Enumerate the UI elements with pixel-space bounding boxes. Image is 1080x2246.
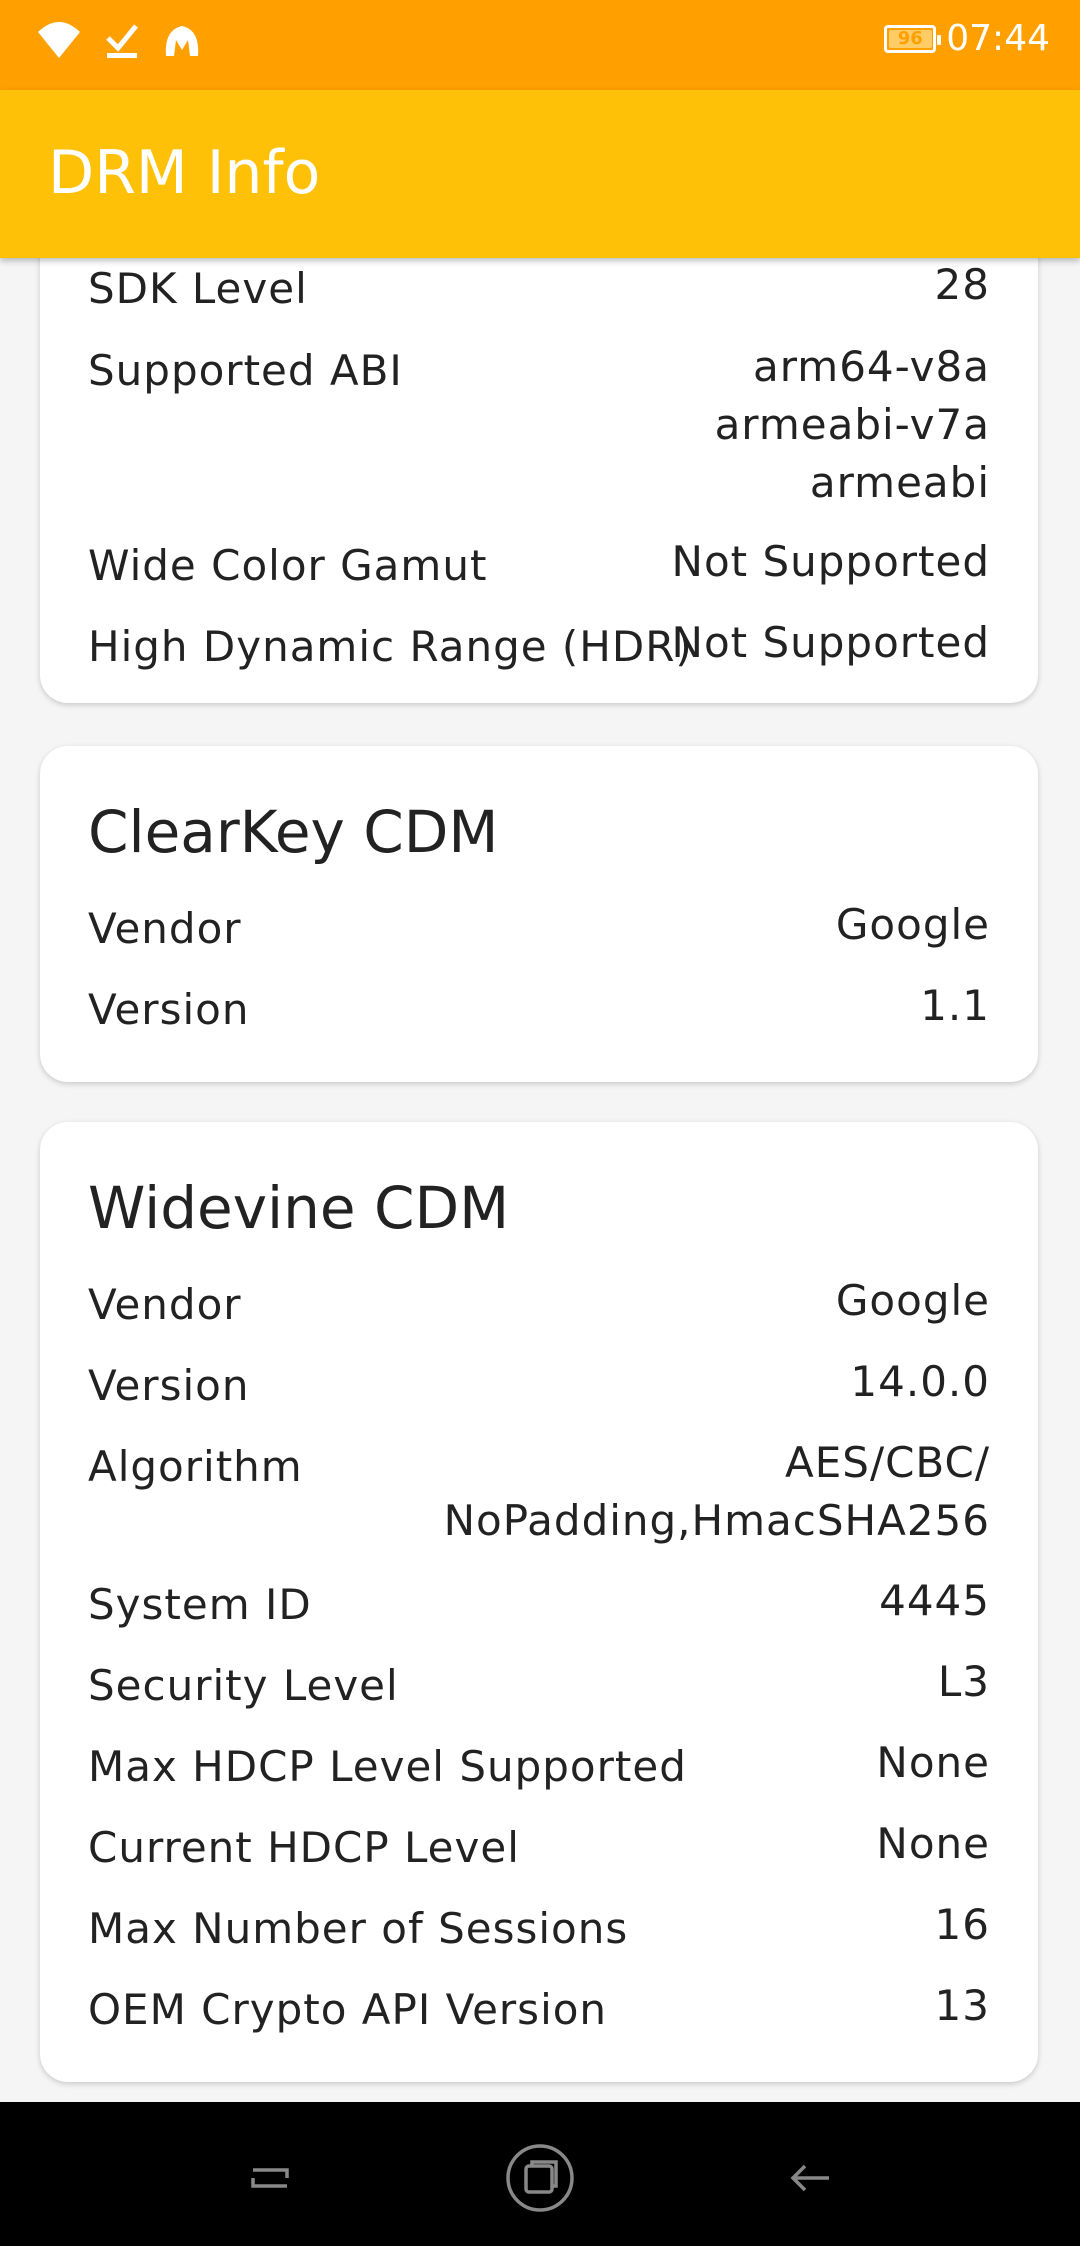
row-value: 16 <box>934 1900 990 1949</box>
row-label: Wide Color Gamut <box>88 541 488 590</box>
row-label: Supported ABI <box>88 346 403 395</box>
row-value: L3 <box>937 1657 990 1706</box>
abi-item: armeabi-v7a <box>714 400 990 449</box>
row-value: AES/CBC/ NoPadding,HmacSHA256 <box>444 1434 990 1550</box>
home-icon[interactable] <box>500 2138 580 2218</box>
scroll-content[interactable]: SDK Level 28 Supported ABI arm64-v8a arm… <box>0 258 1080 2102</box>
row-value: 4445 <box>879 1576 990 1625</box>
row-label: Max HDCP Level Supported <box>88 1742 687 1791</box>
widevine-cdm-card: Widevine CDM Vendor Google Version 14.0.… <box>40 1122 1038 2082</box>
row-label: Security Level <box>88 1661 399 1710</box>
download-done-icon <box>104 20 140 64</box>
row-label: SDK Level <box>88 264 308 313</box>
system-info-card: SDK Level 28 Supported ABI arm64-v8a arm… <box>40 258 1038 703</box>
row-label: High Dynamic Range (HDR) <box>88 622 693 671</box>
row-value: Not Supported <box>671 537 990 586</box>
row-value: None <box>876 1738 990 1787</box>
card-title: Widevine CDM <box>88 1174 510 1242</box>
row-label: Version <box>88 985 250 1034</box>
status-bar: 96 07:44 <box>0 0 1080 90</box>
status-clock: 07:44 <box>946 18 1050 59</box>
row-value: arm64-v8a armeabi-v7a armeabi <box>715 338 990 512</box>
abi-item: armeabi <box>809 458 990 507</box>
recents-icon[interactable] <box>230 2138 310 2218</box>
row-label: Max Number of Sessions <box>88 1904 629 1953</box>
row-label: Current HDCP Level <box>88 1823 520 1872</box>
malwarebytes-icon <box>162 20 202 64</box>
row-value: Not Supported <box>671 618 990 667</box>
row-value: 14.0.0 <box>850 1357 990 1406</box>
row-value: Google <box>835 1276 990 1325</box>
row-label: Vendor <box>88 904 242 953</box>
row-label: OEM Crypto API Version <box>88 1985 608 2034</box>
clearkey-cdm-card: ClearKey CDM Vendor Google Version 1.1 <box>40 746 1038 1082</box>
row-value: 1.1 <box>920 981 990 1030</box>
row-value: 28 <box>934 260 990 309</box>
battery-icon: 96 <box>884 24 942 53</box>
app-bar: DRM Info <box>0 90 1080 258</box>
navigation-bar <box>0 2102 1080 2246</box>
row-label: Algorithm <box>88 1442 303 1491</box>
row-value: 13 <box>934 1981 990 2030</box>
row-value: None <box>876 1819 990 1868</box>
row-label: Version <box>88 1361 250 1410</box>
back-icon[interactable] <box>770 2138 850 2218</box>
page-title: DRM Info <box>48 138 321 208</box>
card-title: ClearKey CDM <box>88 798 499 866</box>
wifi-icon <box>36 20 82 64</box>
row-label: Vendor <box>88 1280 242 1329</box>
battery-level: 96 <box>897 28 923 49</box>
algorithm-line: NoPadding,HmacSHA256 <box>443 1496 990 1545</box>
row-label: System ID <box>88 1580 312 1629</box>
algorithm-line: AES/CBC/ <box>785 1438 990 1487</box>
abi-item: arm64-v8a <box>753 342 990 391</box>
row-value: Google <box>835 900 990 949</box>
